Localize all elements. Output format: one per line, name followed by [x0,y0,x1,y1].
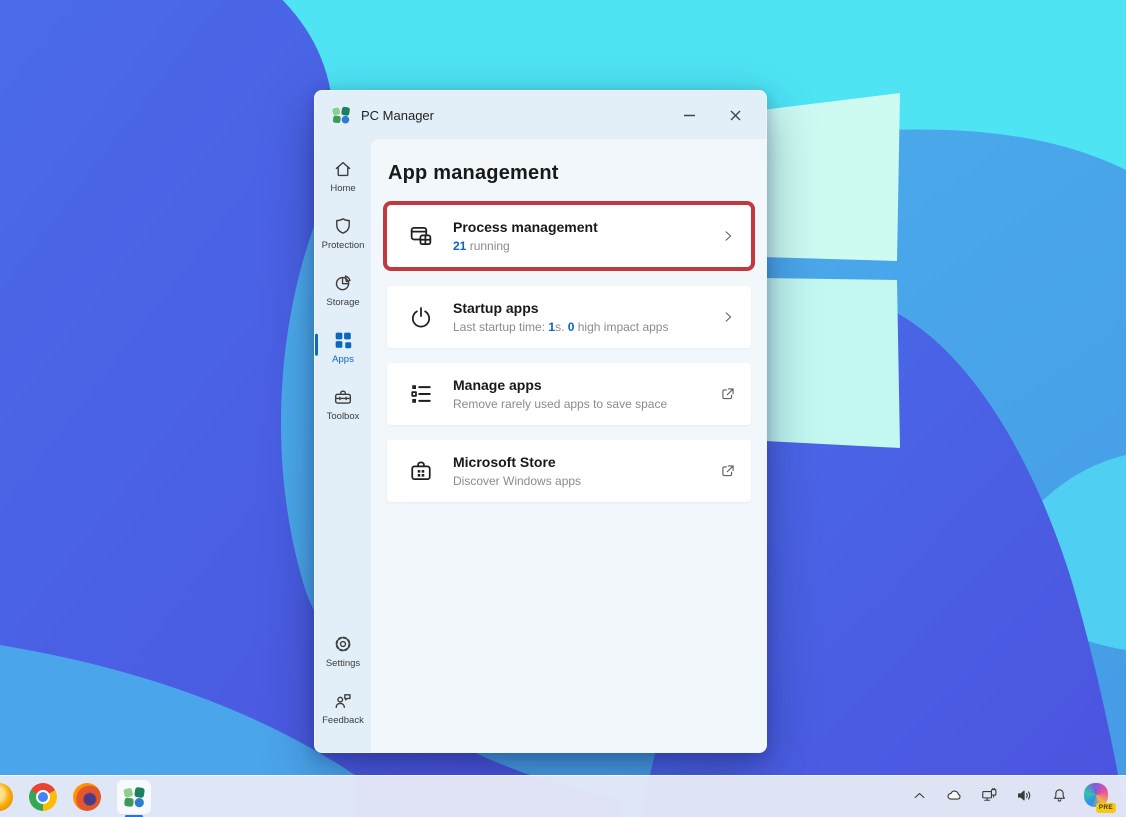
card-text: Process management 21 running [453,219,709,253]
subtitle-text: Discover Windows apps [453,474,582,488]
network-display-icon [980,786,999,808]
chrome-core [38,791,48,802]
card-text: Microsoft Store Discover Windows apps [453,454,709,488]
card-title: Startup apps [453,300,539,316]
pc-manager-window: PC Manager Home Protection Storage Apps Tool… [314,90,767,753]
sidebar-item-label: Protection [321,240,365,251]
card-subtitle: Discover Windows apps [453,474,709,488]
sidebar-item-label: Toolbox [326,411,360,422]
sidebar-item-label: Feedback [322,715,364,726]
toolbox-icon [332,386,354,408]
sidebar-item-toolbox[interactable]: Toolbox [315,379,371,429]
sidebar-item-home[interactable]: Home [315,151,371,201]
tray-bell-button[interactable] [1046,784,1072,810]
storage-pie-icon [332,272,354,294]
taskbar-icon-chrome[interactable] [29,782,57,811]
close-button[interactable] [712,98,758,132]
minimize-icon [683,114,695,116]
subtitle-text: high impact apps [574,320,669,334]
app-list-icon [407,380,435,408]
close-icon [730,110,740,120]
tray-icons [906,784,1072,810]
taskbar-icon-pc-manager[interactable] [117,779,151,817]
subtitle-text: Remove rarely used apps to save space [453,397,668,411]
cloud-icon [945,786,964,808]
tray-cloud-button[interactable] [941,784,967,810]
card-subtitle: Remove rarely used apps to save space [453,397,709,411]
copilot-pre-badge: PRE [1095,802,1116,813]
external-link-icon [719,385,737,403]
copilot-icon[interactable]: PRE [1084,782,1116,813]
sidebar-item-label: Settings [325,658,361,669]
chevron-right-icon [719,227,737,245]
subtitle-text: Last startup time: [453,320,549,334]
card-process-management[interactable]: Process management 21 running [383,201,755,271]
taskbar-icon-firefox[interactable] [73,782,101,811]
sidebar: Home Protection Storage Apps Toolbox Setting… [315,139,371,752]
card-list: Process management 21 running Startup apps… [383,201,755,502]
subtitle-text: running [466,239,510,253]
external-link-icon [719,462,737,480]
home-icon [332,158,354,180]
sidebar-item-apps[interactable]: Apps [315,322,371,372]
sidebar-item-label: Apps [332,354,354,365]
feedback-icon [332,690,354,712]
subtitle-value: 21 [453,239,467,253]
card-title: Microsoft Store [453,454,556,470]
window-title: PC Manager [361,107,434,123]
shield-icon [332,215,354,237]
system-tray: PRE [906,782,1126,813]
sidebar-item-label: Home [330,183,356,194]
content-panel: App management Process management 21 runn… [371,139,766,752]
card-text: Startup apps Last startup time: 1s. 0 hig… [453,300,709,334]
taskbar: PRE [0,775,1126,817]
desktop: PC Manager Home Protection Storage Apps Tool… [0,0,1126,817]
page-title: App management [388,162,559,184]
tray-volume-button[interactable] [1011,784,1037,810]
window-titlebar[interactable]: PC Manager [315,91,766,139]
gear-icon [332,633,354,655]
taskbar-pinned-apps [0,776,151,817]
minimize-button[interactable] [666,98,712,132]
card-title: Manage apps [453,377,542,393]
chevron-right-icon [719,308,737,326]
sidebar-item-protection[interactable]: Protection [315,208,371,258]
chevron-up-icon [910,786,929,808]
card-startup-apps[interactable]: Startup apps Last startup time: 1s. 0 hig… [387,286,751,348]
sidebar-item-label: Storage [326,297,360,308]
store-icon [407,457,435,485]
sidebar-item-storage[interactable]: Storage [315,265,371,315]
bell-icon [1050,786,1069,808]
window-controls [666,91,766,139]
power-icon [407,303,435,331]
card-subtitle: 21 running [453,239,709,253]
selected-indicator [315,333,318,356]
subtitle-text: s. [555,320,568,334]
card-subtitle: Last startup time: 1s. 0 high impact app… [453,320,709,334]
card-text: Manage apps Remove rarely used apps to sa… [453,377,709,411]
card-manage-apps[interactable]: Manage apps Remove rarely used apps to sa… [387,363,751,425]
process-window-icon [407,222,435,250]
tray-chevron-up-button[interactable] [906,784,932,810]
pc-manager-logo-icon [332,106,350,124]
card-microsoft-store[interactable]: Microsoft Store Discover Windows apps [387,440,751,502]
volume-icon [1015,786,1034,808]
card-title: Process management [453,219,598,235]
sidebar-item-feedback[interactable]: Feedback [315,683,371,733]
taskbar-icon-gold-browser[interactable] [0,782,13,811]
apps-grid-icon [332,329,354,351]
tray-network-display-button[interactable] [976,784,1002,810]
sidebar-item-settings[interactable]: Settings [315,626,371,676]
